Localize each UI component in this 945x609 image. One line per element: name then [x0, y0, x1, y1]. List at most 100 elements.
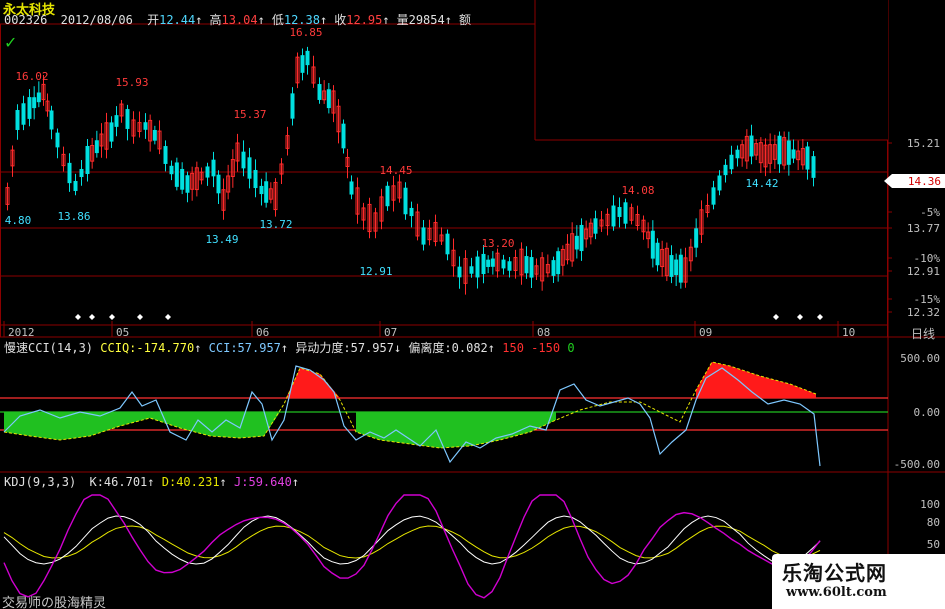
price-axis-label: -15%: [914, 293, 941, 306]
candle-body: [326, 89, 331, 109]
period-label: 日线: [911, 327, 935, 341]
candle-body: [109, 122, 114, 142]
candle-body: [791, 149, 796, 159]
candle-body: [36, 92, 41, 103]
cci-header: 慢速CCI(14,3) CCIQ:-174.770↑ CCI:57.957↑ 异…: [4, 339, 575, 356]
candle-body: [85, 145, 90, 175]
candle-body: [341, 123, 346, 149]
candle-body: [79, 168, 84, 178]
price-axis-label: 12.91: [907, 265, 940, 278]
candle-body: [305, 50, 310, 66]
candle-body: [811, 156, 816, 178]
candle-body: [143, 122, 148, 130]
candle-body: [152, 129, 157, 141]
j-arrow: ↑: [291, 475, 300, 489]
candle-body: [180, 168, 185, 190]
candle-body: [457, 266, 462, 278]
candle-body: [21, 103, 26, 125]
candle-body: [501, 259, 506, 269]
current-price-value: 14.36: [908, 175, 941, 188]
quote-value: 12.95: [346, 13, 383, 27]
candle-body: [711, 187, 716, 205]
candle-body: [749, 135, 754, 157]
watermark: 乐淘公式网 www.60lt.com: [772, 554, 945, 609]
quote-value: 13.04: [221, 13, 258, 27]
candle-body: [694, 228, 699, 248]
candle-body: [717, 175, 722, 191]
candle-body: [723, 164, 728, 176]
quote-label: 收: [334, 13, 347, 27]
month-label: 10: [842, 326, 855, 339]
cci-negative-area: [356, 412, 556, 448]
candle-body: [777, 135, 782, 165]
stock-chart-screen: 2012 05 06 07 08 09 10 日线 15.21 -5% 13.77 -10% 12.91…: [0, 0, 945, 609]
price-axis-label: 15.21: [907, 137, 940, 150]
candle-body: [385, 185, 390, 207]
candle-body: [678, 254, 683, 283]
quote-label: 低: [271, 13, 284, 27]
quote-4: 量29854↑: [397, 13, 452, 27]
check-icon: ✓: [4, 33, 18, 52]
candle-body: [524, 256, 529, 274]
quote-5: 额: [459, 13, 471, 27]
candle-body: [27, 97, 32, 119]
candle-body: [490, 258, 495, 267]
kdj-name: KDJ(9,3,3): [4, 475, 77, 489]
month-label: 07: [384, 326, 397, 339]
kdj-header: KDJ(9,3,3) K:46.701↑ D:40.231↑ J:59.640↑: [4, 475, 299, 489]
price-label: 15.37: [233, 108, 266, 121]
kdj-axis-label: 80: [927, 516, 940, 529]
level-minus150: -150: [531, 341, 561, 355]
quote-value: 12.38: [283, 13, 320, 27]
kdj-axis-label: 100: [920, 498, 940, 511]
candle-body: [94, 140, 99, 154]
candle-body: [32, 97, 37, 109]
quote-3: 收12.95↑: [334, 13, 389, 27]
watermark-url: www.60lt.com: [786, 585, 887, 600]
signal-diamond-icon: [797, 314, 803, 320]
candle-body: [611, 205, 616, 227]
chart-canvas[interactable]: 2012 05 06 07 08 09 10 日线15.21-5%13.77-10%12.91…: [0, 0, 945, 609]
candle-body: [317, 84, 322, 100]
cci-positive-area: [696, 362, 816, 398]
signal-diamond-icon: [137, 314, 143, 320]
price-axis-label: 13.77: [907, 222, 940, 235]
cci-negative-area: [4, 412, 280, 440]
candle-body: [169, 165, 174, 175]
candle-body: [421, 227, 426, 245]
signal-diamond-icon: [817, 314, 823, 320]
price-label: 16.02: [15, 70, 48, 83]
cci-axis-label: 500.00: [900, 352, 940, 365]
candle-body: [185, 175, 190, 193]
price-axis-label: 12.32: [907, 306, 940, 319]
candle-body: [73, 181, 78, 191]
cciq-value: CCIQ:-174.770: [100, 341, 195, 355]
force-arrow: ↓: [393, 341, 402, 355]
candle-body: [593, 218, 598, 234]
blank-area: [535, 0, 888, 140]
candle-body: [529, 257, 534, 278]
dev-arrow: ↑: [487, 341, 496, 355]
cci-axis-label: 0.00: [914, 406, 941, 419]
signal-diamond-icon: [773, 314, 779, 320]
month-label: 09: [699, 326, 712, 339]
price-label: 13.49: [205, 233, 238, 246]
price-label: 14.08: [621, 184, 654, 197]
quote-arrow: ↑: [319, 13, 328, 27]
candle-body: [445, 233, 450, 255]
candle-body: [211, 159, 216, 177]
candle-body: [49, 110, 54, 130]
cciq-arrow: ↑: [194, 341, 202, 355]
level-150: 150: [502, 341, 524, 355]
cci-name: 慢速CCI(14,3): [4, 341, 94, 355]
dev-value: 偏离度:0.082: [408, 341, 488, 355]
candle-body: [300, 55, 305, 73]
k-arrow: ↑: [147, 475, 155, 489]
candle-body: [481, 253, 486, 275]
footer-text: 交易师の股海精灵: [2, 596, 107, 609]
signal-diamond-icon: [109, 314, 115, 320]
candle-body: [805, 146, 810, 170]
candle-body: [486, 259, 491, 267]
candle-body: [349, 181, 354, 195]
quote-arrow: ↑: [382, 13, 390, 27]
